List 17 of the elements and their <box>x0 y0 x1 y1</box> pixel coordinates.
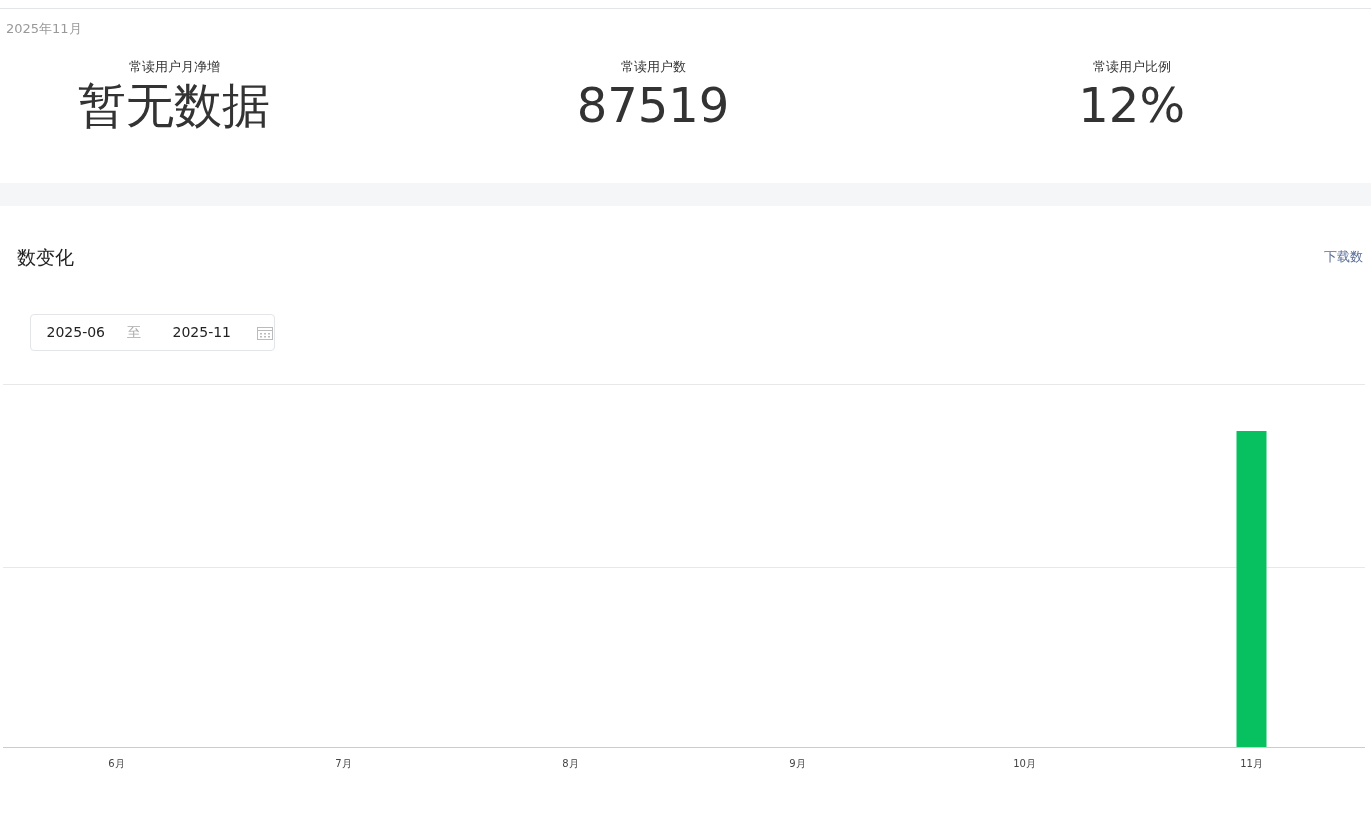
stat-label: 常读用户比例 <box>1092 58 1171 76</box>
stat-value: 12% <box>1078 78 1185 132</box>
calendar-icon <box>257 325 273 340</box>
stat-value: 暂无数据 <box>78 78 271 132</box>
axis-label: 9月 <box>789 758 806 769</box>
stat-label: 常读用户数 <box>620 58 686 76</box>
date-range-picker[interactable]: 2025-06 至 2025-11 <box>30 314 275 351</box>
axis-label: 11月 <box>1240 758 1263 769</box>
stat-label: 常读用户月净增 <box>128 58 220 76</box>
section-title: 数变化 <box>17 244 74 270</box>
download-link[interactable]: 下载数 <box>1324 247 1363 267</box>
period-label: 2025年11月 <box>5 20 83 38</box>
axis-label: 10月 <box>1013 758 1036 769</box>
axis-label: 8月 <box>562 758 579 769</box>
axis-label: 6月 <box>108 758 125 769</box>
stat-value: 87519 <box>576 78 730 132</box>
axis-label: 7月 <box>335 758 352 769</box>
